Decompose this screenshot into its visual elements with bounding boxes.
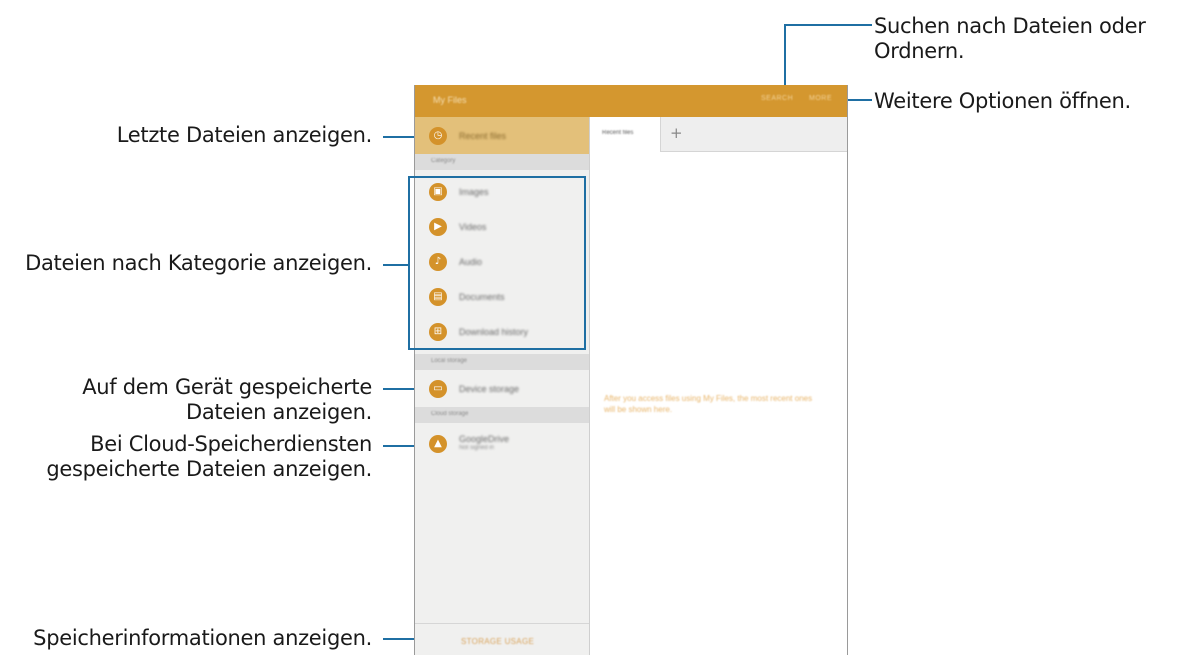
callout-line-category (383, 264, 408, 266)
section-header-label: Cloud storage (431, 411, 469, 417)
sidebar-item-label: Device storage (459, 384, 520, 394)
add-tab-button[interactable]: + (670, 124, 683, 142)
device-screen: My Files SEARCH MORE ◷ Recent files Cate… (414, 85, 848, 655)
app-title: My Files (433, 95, 467, 105)
callout-line-search-h (784, 24, 872, 26)
tab-recent-files[interactable]: Recent files (590, 117, 661, 152)
storage-usage-button[interactable]: STORAGE USAGE (415, 623, 589, 655)
callout-cloud-line1: Bei Cloud-Speicherdiensten (90, 432, 372, 456)
callout-search: Suchen nach Dateien oder Ordnern. (874, 14, 1146, 64)
sidebar-item-label: GoogleDrive (459, 434, 510, 444)
empty-message: After you access files using My Files, t… (604, 394, 813, 414)
section-header-cloud-storage: Cloud storage (415, 407, 589, 423)
search-button[interactable]: SEARCH (761, 95, 793, 102)
cloud-drive-icon: ▲ (429, 435, 447, 453)
tab-bar: Recent files + (590, 117, 847, 152)
callout-recent: Letzte Dateien anzeigen. (116, 123, 373, 147)
callout-device-line1: Auf dem Gerät gespeicherte (82, 375, 372, 399)
callout-search-line1: Suchen nach Dateien oder (874, 14, 1146, 38)
clock-icon: ◷ (429, 127, 447, 145)
sidebar-item-googledrive[interactable]: ▲ GoogleDrive Not signed in (415, 424, 589, 464)
section-header-local-storage: Local storage (415, 354, 589, 370)
tab-label: Recent files (602, 130, 634, 136)
callout-storage: Speicherinformationen anzeigen. (33, 626, 372, 650)
device-storage-icon: ▭ (429, 380, 447, 398)
sidebar-item-recent[interactable]: ◷ Recent files (415, 117, 589, 154)
callout-cloud: Bei Cloud-Speicherdiensten gespeicherte … (0, 432, 372, 482)
callout-device: Auf dem Gerät gespeicherte Dateien anzei… (20, 375, 372, 425)
sidebar-item-label: Recent files (459, 131, 507, 141)
storage-usage-label: STORAGE USAGE (461, 637, 535, 646)
section-header-category: Category (415, 154, 589, 170)
more-button[interactable]: MORE (809, 95, 832, 102)
callout-more: Weitere Optionen öffnen. (874, 89, 1131, 113)
category-highlight-box (408, 176, 586, 350)
callout-cloud-line2: gespeicherte Dateien anzeigen. (46, 457, 372, 481)
section-header-label: Local storage (431, 358, 468, 364)
callout-line-search-v (784, 24, 786, 94)
app-bar: My Files SEARCH MORE (415, 85, 847, 117)
sidebar-item-device-storage[interactable]: ▭ Device storage (415, 371, 589, 407)
section-header-label: Category (431, 158, 456, 164)
content-pane: Recent files + After you access files us… (590, 117, 847, 655)
callout-search-line2: Ordnern. (874, 39, 965, 63)
callout-category: Dateien nach Kategorie anzeigen. (25, 251, 372, 275)
sidebar-item-sublabel: Not signed in (459, 445, 495, 451)
callout-device-line2: Dateien anzeigen. (185, 400, 372, 424)
